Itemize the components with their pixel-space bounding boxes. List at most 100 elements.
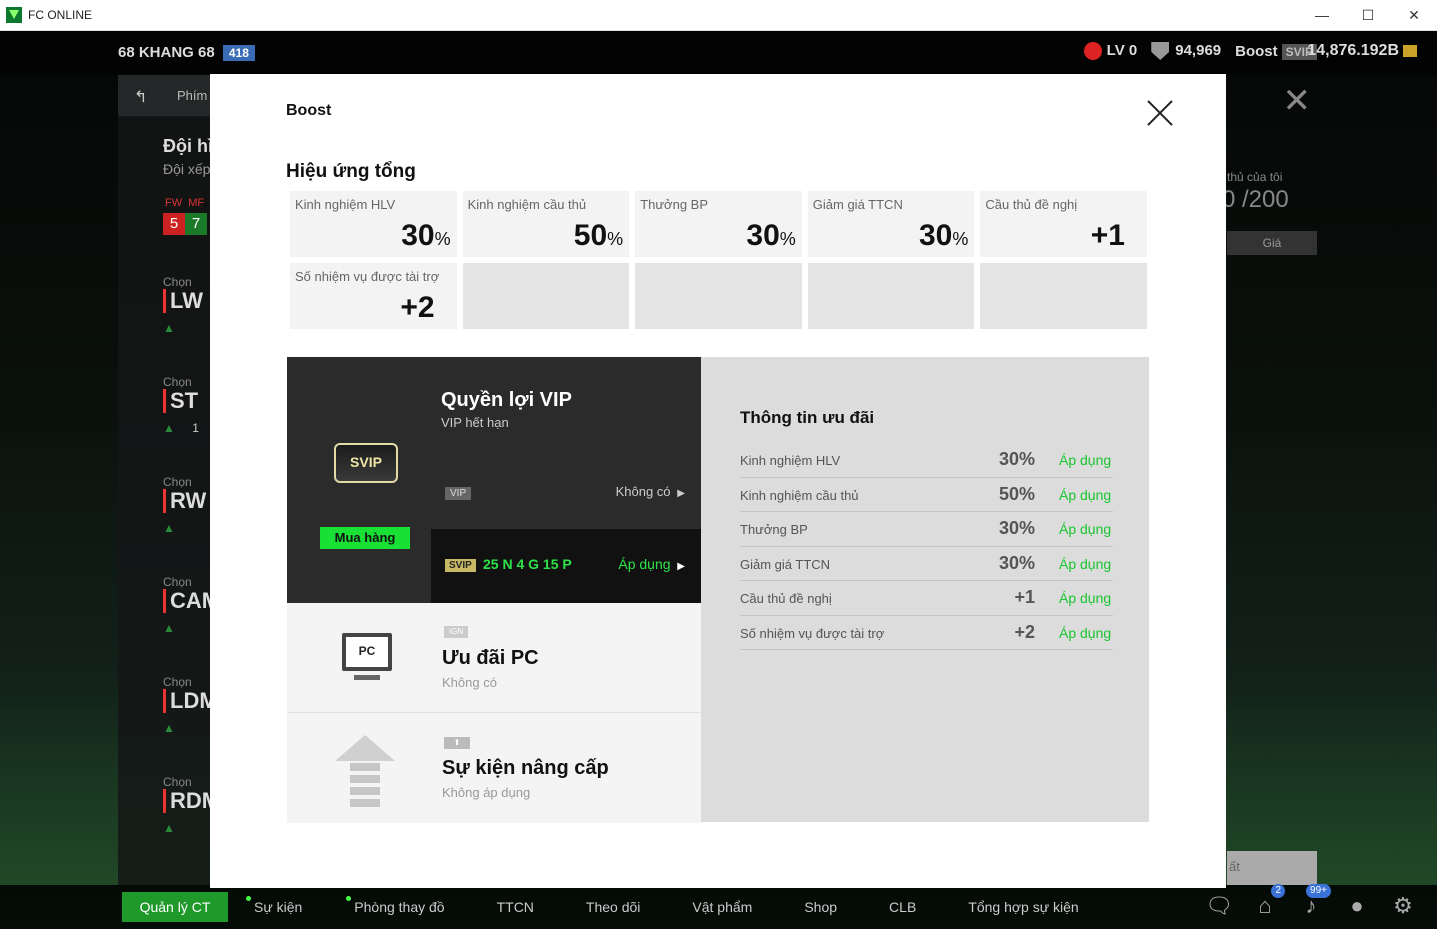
benefits-section: SVIP Mua hàng Quyền lợi VIP VIP hết hạn … bbox=[287, 357, 1149, 823]
info-row: Số nhiệm vụ được tài trợ +2 Áp dụng bbox=[740, 616, 1113, 650]
position-slot[interactable]: Chọn LW ▲ bbox=[163, 275, 213, 335]
effects-row: Số nhiệm vụ được tài trợ +2 bbox=[287, 260, 1150, 332]
home-icon[interactable]: ⌂ 2 bbox=[1251, 884, 1285, 920]
app-logo-icon bbox=[6, 7, 22, 23]
apply-link[interactable]: Áp dụng bbox=[1059, 625, 1111, 641]
tab-squad-management[interactable]: Quản lý CT bbox=[122, 892, 228, 922]
effects-row: Kinh nghiệm HLV 30% Kinh nghiệm cầu thủ … bbox=[287, 188, 1150, 260]
info-title: Thông tin ưu đãi bbox=[740, 408, 875, 427]
apply-link[interactable]: Áp dụng bbox=[1059, 521, 1111, 537]
position-slot[interactable]: Chọn CAM ▲ bbox=[163, 575, 220, 635]
info-label: Số nhiệm vụ được tài trợ bbox=[740, 625, 885, 641]
chat-icon[interactable]: 🗨 bbox=[1205, 892, 1233, 920]
tab-locker-room[interactable]: Phòng thay đồ bbox=[328, 892, 470, 922]
info-row: Kinh nghiệm cầu thủ 50% Áp dụng bbox=[740, 478, 1113, 512]
boost-indicator[interactable]: Boost SVIP bbox=[1235, 43, 1317, 60]
tab-follow[interactable]: Theo dõi bbox=[560, 892, 666, 922]
info-value: 50% bbox=[998, 483, 1035, 504]
window-controls: — ☐ ✕ bbox=[1299, 0, 1437, 30]
effect-card: Thưởng BP 30% bbox=[632, 188, 805, 260]
chevron-up-icon: ▲ bbox=[163, 521, 175, 535]
close-icon[interactable] bbox=[1145, 98, 1175, 128]
buy-button[interactable]: Mua hàng bbox=[320, 527, 410, 549]
upgrade-arrow-icon bbox=[335, 735, 395, 807]
close-window-button[interactable]: ✕ bbox=[1391, 0, 1437, 30]
close-panel-icon[interactable]: ✕ bbox=[1283, 81, 1312, 121]
effect-number: +2 bbox=[400, 291, 435, 324]
vip-subtitle: VIP hết hạn bbox=[441, 415, 509, 430]
position-slot[interactable]: Chọn ST ▲ 1 bbox=[163, 375, 213, 435]
vip-benefits-block: SVIP Mua hàng Quyền lợi VIP VIP hết hạn … bbox=[287, 357, 701, 603]
right-action-label: ất bbox=[1229, 859, 1240, 874]
tab-club[interactable]: CLB bbox=[863, 892, 942, 922]
effect-unit: % bbox=[952, 229, 969, 249]
effect-card-empty bbox=[804, 260, 978, 332]
apply-link[interactable]: Áp dụng bbox=[1059, 590, 1111, 606]
tab-event-summary[interactable]: Tổng hợp sự kiện bbox=[942, 892, 1104, 922]
notification-badge: 99+ bbox=[1306, 884, 1331, 898]
coin-balance-text: 14,876.192B bbox=[1307, 42, 1399, 59]
effect-value: +2 bbox=[400, 291, 434, 325]
my-players-label: thủ của tôi bbox=[1227, 170, 1283, 184]
profile-icon[interactable]: ● bbox=[1343, 892, 1371, 920]
effect-unit: % bbox=[779, 229, 796, 249]
home-badge: 2 bbox=[1271, 884, 1285, 898]
tab-events[interactable]: Sự kiện bbox=[228, 892, 328, 922]
effect-value: 50% bbox=[574, 219, 623, 253]
slot-position: RW bbox=[163, 489, 213, 513]
apply-link[interactable]: Áp dụng bbox=[1059, 556, 1111, 572]
position-group-counts: 5 7 bbox=[163, 213, 207, 235]
effect-value: 30% bbox=[919, 219, 968, 253]
boost-text: Boost bbox=[1235, 42, 1278, 60]
effect-card-empty bbox=[459, 260, 633, 332]
lineup-title: Đội hì bbox=[163, 136, 213, 156]
maximize-button[interactable]: ☐ bbox=[1345, 0, 1391, 30]
my-players-count: 0 /200 bbox=[1222, 186, 1289, 213]
svip-status-row[interactable]: SVIP 25 N 4 G 15 P Áp dụng bbox=[431, 529, 701, 603]
info-label: Thưởng BP bbox=[740, 522, 808, 537]
coin-balance[interactable]: 14,876.192B bbox=[1307, 42, 1417, 60]
slot-position: LW bbox=[163, 289, 213, 313]
fw-label: FW bbox=[165, 197, 183, 209]
right-action-button[interactable]: ất bbox=[1227, 851, 1317, 885]
back-bar: ↰ Phím t bbox=[118, 75, 218, 117]
info-label: Giảm giá TTCN bbox=[740, 556, 831, 572]
bell-icon[interactable]: ♪ 99+ bbox=[1297, 884, 1331, 920]
price-header[interactable]: Giá bbox=[1227, 231, 1317, 255]
rank-points-text: 94,969 bbox=[1175, 42, 1222, 59]
effect-label: Kinh nghiệm cầu thủ bbox=[467, 197, 587, 212]
info-row: Giảm giá TTCN 30% Áp dụng bbox=[740, 547, 1113, 581]
apply-link[interactable]: Áp dụng bbox=[1059, 452, 1111, 468]
level-indicator[interactable]: LV 0 bbox=[1083, 42, 1137, 61]
minimize-button[interactable]: — bbox=[1299, 0, 1345, 30]
slot-label: Chọn bbox=[163, 675, 192, 689]
effect-number: 50 bbox=[573, 219, 608, 252]
svip-chip: SVIP bbox=[445, 559, 476, 572]
apply-link[interactable]: Áp dụng bbox=[1059, 487, 1111, 503]
back-arrow-icon[interactable]: ↰ bbox=[134, 87, 147, 107]
effect-card-empty bbox=[632, 260, 805, 332]
total-effects-title: Hiệu ứng tổng bbox=[286, 161, 416, 182]
effect-number: 30 bbox=[401, 219, 435, 252]
gear-icon[interactable]: ⚙ bbox=[1389, 892, 1417, 920]
tab-items[interactable]: Vật phẩm bbox=[666, 892, 778, 922]
position-group-labels: FW MF bbox=[165, 197, 204, 209]
slot-label: Chọn bbox=[163, 375, 192, 389]
vip-status-row[interactable]: VIP Không có bbox=[431, 467, 701, 527]
effect-card: Số nhiệm vụ được tài trợ +2 bbox=[287, 260, 460, 332]
position-slot[interactable]: Chọn LDM ▲ bbox=[163, 675, 218, 735]
effect-card: Cầu thủ đề nghị +1 bbox=[977, 188, 1150, 260]
player-name: 68 KHANG 68 418 bbox=[118, 44, 255, 61]
rank-points[interactable]: 94,969 bbox=[1151, 42, 1222, 61]
position-slot[interactable]: Chọn RW ▲ bbox=[163, 475, 213, 535]
position-slot[interactable]: Chọn RDM ▲ bbox=[163, 775, 220, 835]
top-status-bar: 68 KHANG 68 418 LV 0 94,969 Boost SVIP 14… bbox=[0, 31, 1437, 75]
svip-apply-link[interactable]: Áp dụng bbox=[618, 556, 685, 572]
effect-number: 30 bbox=[746, 219, 780, 252]
tab-transfer-market[interactable]: TTCN bbox=[471, 892, 560, 922]
slot-position: CAM bbox=[163, 589, 220, 613]
effect-label: Số nhiệm vụ được tài trợ bbox=[295, 269, 440, 284]
info-label: Kinh nghiệm cầu thủ bbox=[740, 487, 859, 503]
info-label: Kinh nghiệm HLV bbox=[740, 453, 841, 468]
tab-shop[interactable]: Shop bbox=[778, 892, 863, 922]
